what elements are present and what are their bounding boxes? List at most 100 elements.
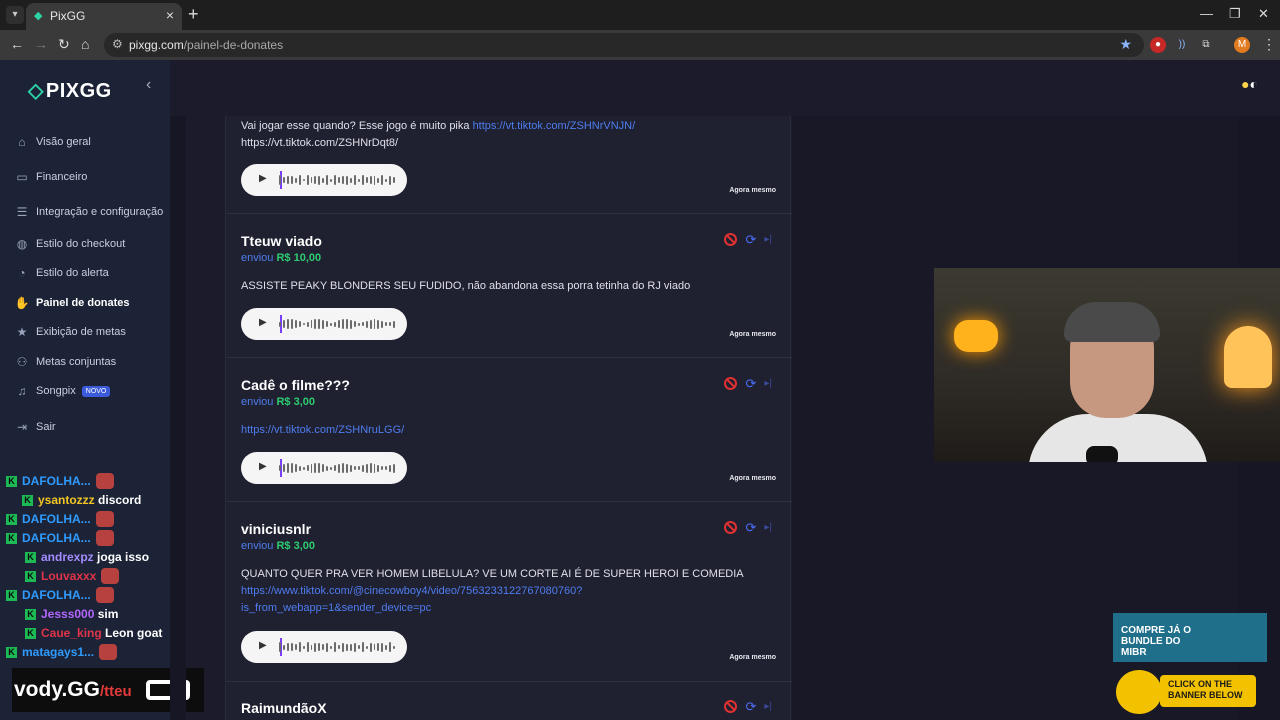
waveform-bar [318, 175, 321, 185]
stream-chat-overlay: K DAFOLHA... Kysantozzz discord K DAFOLHA.… [0, 470, 170, 670]
url-text: pixgg.com/painel-de-donates [129, 38, 284, 52]
kick-badge-icon: K [6, 646, 17, 658]
theme-toggle-icon[interactable]: ●◐ [1241, 76, 1258, 92]
donation-link[interactable]: https://www.tiktok.com/@cinecowboy4/vide… [241, 585, 582, 597]
home-icon[interactable]: ⌂ [81, 36, 89, 52]
chat-message: K DAFOLHA... [6, 472, 114, 490]
block-icon[interactable] [724, 700, 738, 713]
extension-icon[interactable]: ● [1150, 37, 1166, 53]
waveform-bar [357, 645, 360, 649]
waveform-bar [334, 175, 337, 185]
kick-badge-icon: K [6, 532, 17, 544]
sidebar-item-songpix[interactable]: ♫ Songpix NOVO [14, 381, 111, 401]
waveform-bar [302, 323, 305, 325]
chat-message: K DAFOLHA... [6, 586, 114, 604]
block-icon[interactable] [724, 521, 738, 534]
donation-message: https://vt.tiktok.com/ZSHNruLGG/ [241, 422, 771, 439]
waveform-bar [290, 176, 293, 184]
waveform-bar [389, 175, 392, 185]
waveform-bar [369, 642, 372, 652]
sidebar-item-metas-conjuntas[interactable]: ⚇ Metas conjuntas [14, 352, 117, 372]
click-banner-ad[interactable]: CLICK ON THE BANNER BELOW [1160, 675, 1256, 707]
skip-icon[interactable]: ▸| [764, 233, 772, 246]
play-icon[interactable]: ▶ [259, 640, 267, 651]
play-icon[interactable]: ▶ [259, 173, 267, 184]
browser-tabbar: ▾ ◆ PixGG × + — ❐ ✕ [0, 0, 1280, 30]
audio-player[interactable]: ▶ [241, 452, 407, 484]
sidebar-item-integracao[interactable]: ☰ Integração e configuração [14, 202, 164, 222]
waveform-bar [314, 642, 317, 652]
sidebar-item-estilo-checkout[interactable]: ◍ Estilo do checkout [14, 234, 126, 254]
waveform-bar [381, 642, 384, 652]
replay-icon[interactable]: ⟳ [745, 233, 756, 246]
waveform-bar [361, 642, 364, 652]
donation-time: Agora mesmo [729, 331, 776, 338]
kick-badge-icon: K [6, 589, 17, 601]
sidebar-item-visao-geral[interactable]: ⌂ Visão geral [14, 132, 90, 152]
media-extension-icon[interactable]: )) [1174, 37, 1190, 53]
address-bar[interactable]: ⚙ pixgg.com/painel-de-donates ★ [104, 33, 1144, 57]
kick-badge-icon: K [6, 513, 17, 525]
waveform-bar [381, 175, 384, 185]
menu-kebab-icon[interactable]: ⋮ [1262, 36, 1276, 53]
waveform-bar [326, 175, 329, 185]
waveform-bar [361, 175, 364, 185]
waveform-bar [357, 466, 360, 470]
donor-name: RaimundãoX [241, 700, 327, 716]
waveform-bar [369, 176, 372, 184]
play-icon[interactable]: ▶ [259, 317, 267, 328]
pixgg-logo[interactable]: ◇ PIXGG [28, 78, 112, 103]
forward-icon[interactable]: → [34, 36, 48, 52]
play-icon[interactable]: ▶ [259, 461, 267, 472]
audio-player[interactable]: ▶ [241, 631, 407, 663]
donation-link[interactable]: https://vt.tiktok.com/ZSHNruLGG/ [241, 424, 404, 436]
webcam-lamp [954, 320, 998, 352]
tab-search-icon[interactable]: ▾ [6, 6, 24, 24]
back-icon[interactable]: ← [10, 36, 24, 52]
donation-actions: ⟳ ▸| [724, 377, 772, 390]
extensions-puzzle-icon[interactable]: ⧉ [1198, 37, 1214, 53]
skip-icon[interactable]: ▸| [764, 521, 772, 534]
pixgg-favicon-icon: ◆ [34, 10, 43, 22]
minimize-icon[interactable]: — [1200, 6, 1213, 21]
sidebar-item-sair[interactable]: ⇥ Sair [14, 417, 56, 437]
alert-icon: ◔ [18, 266, 26, 280]
sidebar-item-financeiro[interactable]: ▭ Financeiro [14, 167, 87, 187]
audio-player[interactable]: ▶ [241, 164, 407, 196]
donation-link[interactable]: https://vt.tiktok.com/ZSHNrVNJN/ [473, 120, 636, 132]
reload-icon[interactable]: ↻ [58, 36, 70, 53]
waveform-bar [342, 463, 344, 473]
close-window-icon[interactable]: ✕ [1258, 6, 1269, 22]
replay-icon[interactable]: ⟳ [745, 377, 756, 390]
site-info-icon[interactable]: ⚙ [112, 37, 123, 51]
waveform-bar [322, 464, 325, 472]
browser-tab[interactable]: ◆ PixGG × [26, 3, 182, 30]
replay-icon[interactable]: ⟳ [745, 521, 756, 534]
audio-player[interactable]: ▶ [241, 308, 407, 340]
emote-icon [95, 530, 114, 546]
waveform-bar [353, 175, 356, 185]
waveform-bar [286, 319, 289, 329]
waveform-bar [298, 642, 301, 652]
donation-link-continued[interactable]: is_from_webapp=1&sender_device=pc [241, 602, 431, 614]
restore-icon[interactable]: ❐ [1229, 6, 1241, 22]
waveform-bar [381, 466, 384, 470]
block-icon[interactable] [724, 233, 738, 246]
bookmark-star-icon[interactable]: ★ [1119, 36, 1132, 53]
block-icon[interactable] [724, 377, 738, 390]
sidebar-item-estilo-alerta[interactable]: ◔ Estilo do alerta [14, 263, 108, 283]
mibr-ad-banner[interactable]: COMPRE JÁ O BUNDLE DO MIBR [1113, 613, 1267, 662]
close-tab-icon[interactable]: × [166, 7, 174, 23]
waveform-bar [349, 464, 352, 472]
skip-icon[interactable]: ▸| [764, 377, 772, 390]
profile-avatar[interactable]: M [1234, 37, 1250, 53]
waveform-bar [322, 319, 325, 329]
skip-icon[interactable]: ▸| [764, 700, 772, 713]
sidebar-item-painel-donates[interactable]: ✋ Painel de donates [14, 293, 130, 313]
waveform-bar [334, 321, 337, 327]
collapse-sidebar-icon[interactable]: ‹ [146, 76, 151, 94]
new-tab-icon[interactable]: + [188, 4, 199, 25]
donation-card: Vai jogar esse quando? Esse jogo é muito… [226, 116, 792, 214]
sidebar-item-exibicao-metas[interactable]: ★ Exibição de metas [14, 322, 126, 342]
replay-icon[interactable]: ⟳ [745, 700, 756, 713]
